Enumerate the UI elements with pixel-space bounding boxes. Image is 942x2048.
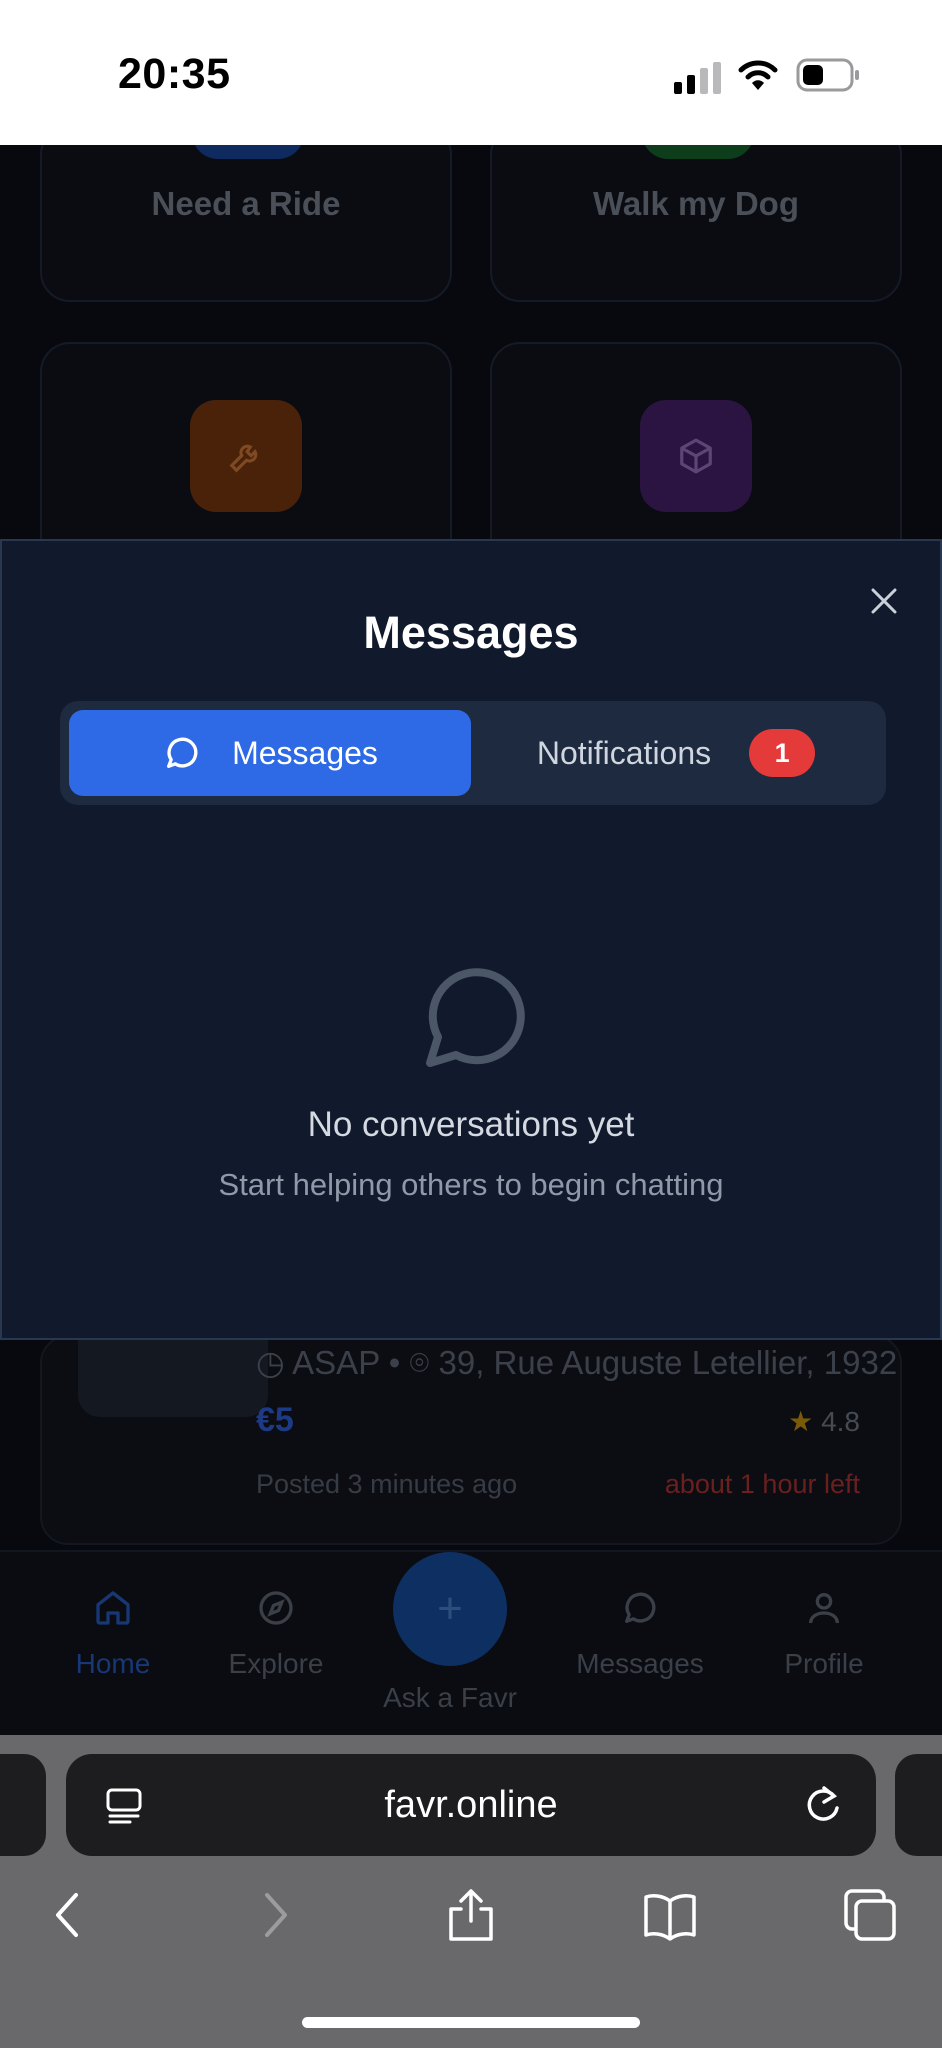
home-indicator [302, 2017, 640, 2028]
task-card[interactable]: ◷ ASAP • ⌾ 39, Rue Auguste Letellier, 19… [40, 1335, 902, 1545]
bottom-navigation: Home Explore + Ask a Favr Messages Profi… [0, 1550, 942, 1735]
wifi-icon [738, 60, 778, 90]
tab-notifications-label: Notifications [536, 734, 712, 771]
tab-notifications[interactable]: Notifications 1 [475, 710, 877, 796]
chat-bubble-icon [625, 1592, 656, 1623]
task-time: ASAP [292, 1344, 380, 1381]
home-icon [96, 1591, 130, 1625]
forward-icon[interactable] [245, 1887, 301, 1943]
task-price: €5 [256, 1401, 294, 1439]
empty-state-title: No conversations yet [307, 1105, 635, 1144]
modal-title: Messages [363, 607, 579, 658]
star-icon: ★ [788, 1406, 814, 1437]
messages-modal: Messages Messages Notifications 1 No con… [0, 539, 942, 1340]
nav-messages[interactable]: Messages [560, 1588, 720, 1680]
status-time: 20:35 [118, 50, 231, 98]
category-card-walk-my-dog[interactable]: Walk my Dog [490, 47, 902, 302]
task-location: 39, Rue Auguste Letellier, 1932 [438, 1344, 898, 1381]
address-bar[interactable]: favr.online [66, 1754, 876, 1856]
cellular-signal-icon [674, 62, 721, 94]
bookmarks-icon[interactable] [642, 1887, 698, 1943]
url-text[interactable]: favr.online [66, 1784, 876, 1827]
category-label: Need a Ride [151, 185, 341, 222]
clock-icon: ◷ [256, 1344, 285, 1381]
message-tabs: Messages Notifications 1 [60, 701, 886, 805]
nav-home[interactable]: Home [33, 1588, 193, 1680]
nav-explore[interactable]: Explore [196, 1588, 356, 1680]
tab-messages[interactable]: Messages [69, 710, 471, 796]
next-tab-peek[interactable] [895, 1754, 942, 1856]
task-posted-time: Posted 3 minutes ago [256, 1469, 518, 1499]
reload-icon[interactable] [802, 1784, 844, 1826]
category-label: Walk my Dog [593, 185, 799, 222]
category-card-need-a-ride[interactable]: Need a Ride [40, 47, 452, 302]
task-meta: ◷ ASAP • ⌾ 39, Rue Auguste Letellier, 19… [256, 1344, 898, 1381]
user-icon [809, 1593, 839, 1624]
task-rating: ★ 4.8 [788, 1406, 860, 1437]
task-time-left: about 1 hour left [664, 1469, 860, 1499]
ask-a-favr-button[interactable]: + [393, 1552, 507, 1666]
ask-a-favr-label: Ask a Favr [383, 1682, 517, 1713]
compass-icon [259, 1591, 293, 1625]
location-pin-icon: ⌾ [409, 1344, 430, 1381]
previous-tab-peek[interactable] [0, 1754, 46, 1856]
browser-chrome: favr.online [0, 1735, 942, 2048]
notifications-count-badge: 1 [749, 729, 816, 777]
status-bar: 20:35 [0, 0, 942, 145]
task-thumbnail [78, 1337, 268, 1417]
back-icon[interactable] [42, 1887, 98, 1943]
chat-bubble-icon [167, 737, 198, 768]
nav-profile[interactable]: Profile [744, 1588, 904, 1680]
chat-bubble-icon [426, 968, 525, 1067]
tabs-icon[interactable] [842, 1887, 898, 1943]
tab-messages-label: Messages [232, 734, 378, 771]
empty-state-subtitle: Start helping others to begin chatting [218, 1167, 724, 1202]
battery-icon [796, 58, 859, 92]
package-icon [640, 400, 752, 512]
share-icon[interactable] [443, 1887, 499, 1943]
wrench-icon [190, 400, 302, 512]
plus-icon: + [437, 1584, 463, 1633]
